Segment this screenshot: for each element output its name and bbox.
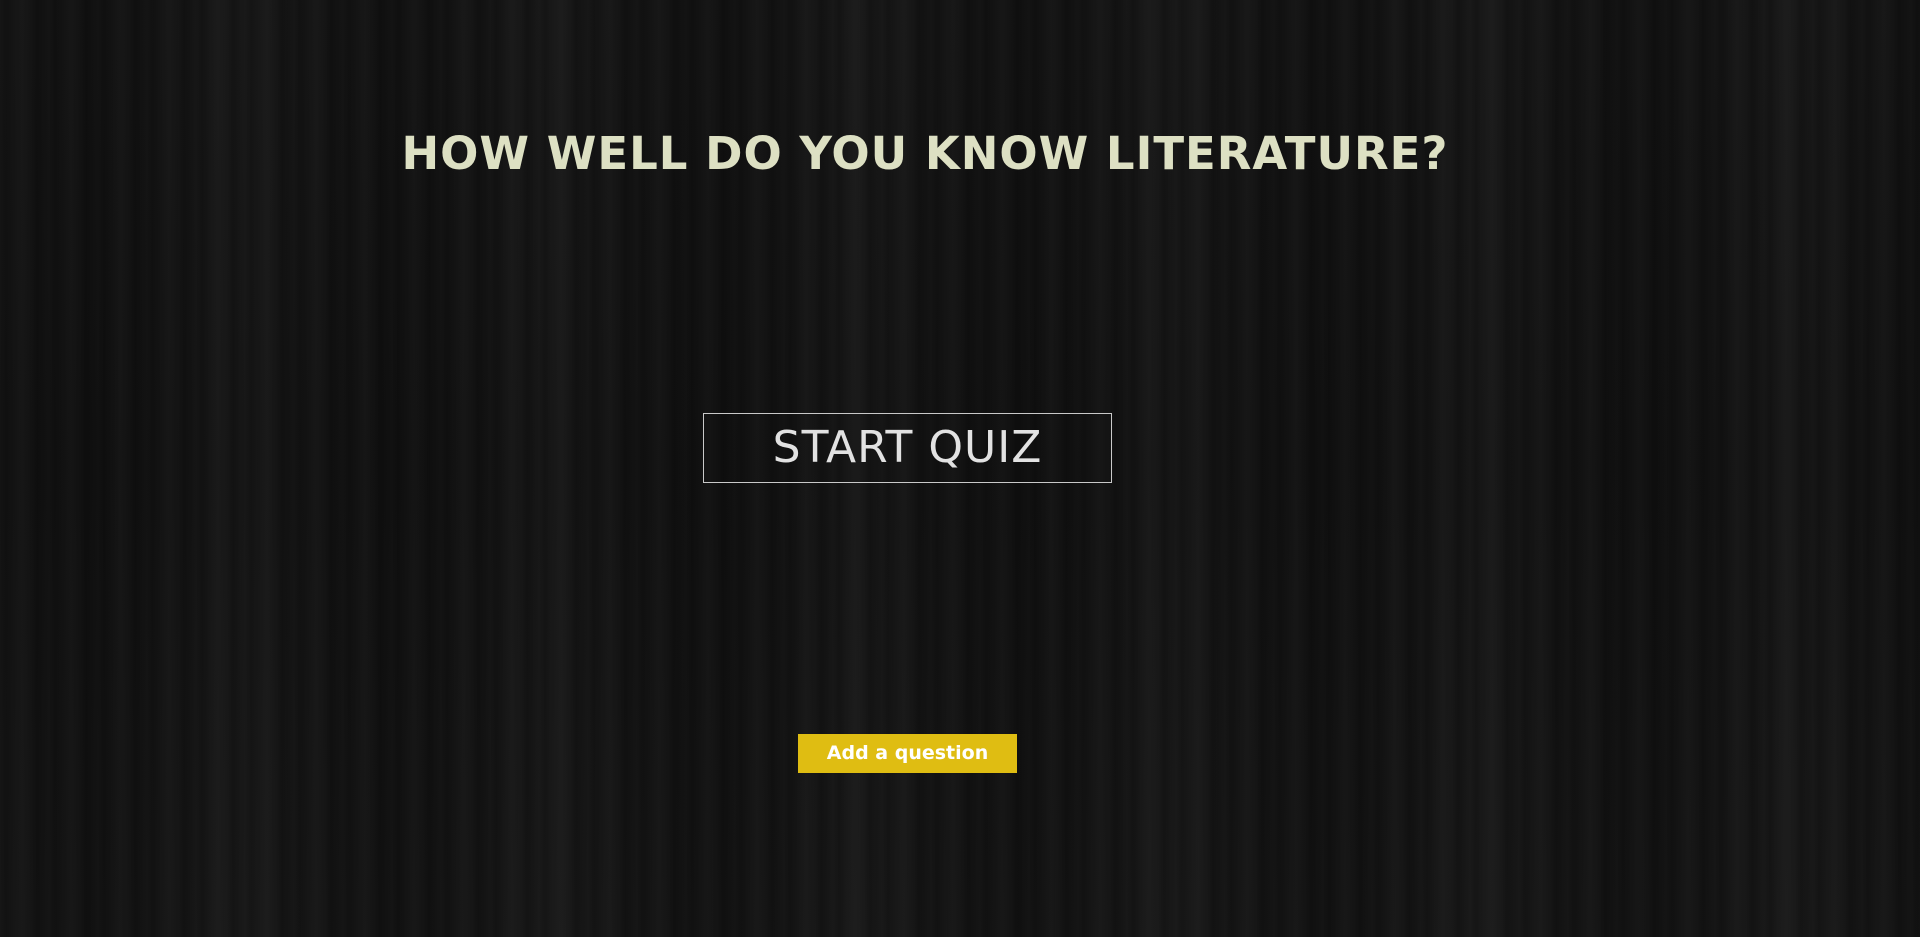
start-quiz-button[interactable]: START QUIZ xyxy=(703,413,1112,483)
add-question-button[interactable]: Add a question xyxy=(798,734,1017,773)
page-title: HOW WELL DO YOU KNOW LITERATURE? xyxy=(401,127,1449,180)
